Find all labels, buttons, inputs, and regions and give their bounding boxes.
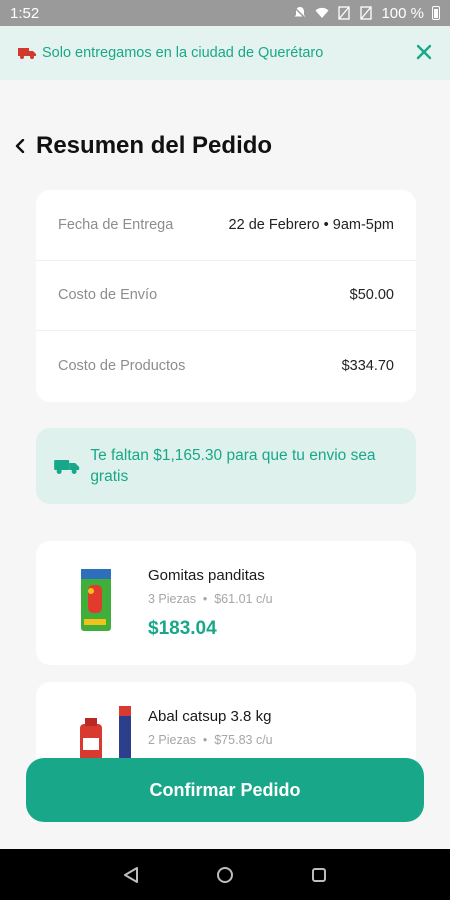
product-meta: 3 Piezas • $61.01 c/u: [148, 592, 273, 606]
product-name: Abal catsup 3.8 kg: [148, 708, 272, 725]
product-image-gomitas: [36, 541, 148, 665]
battery-percent: 100 %: [381, 4, 424, 22]
free-shipping-text: Te faltan $1,165.30 para que tu envio se…: [90, 447, 376, 485]
product-unit-price: $75.83 c/u: [214, 733, 273, 747]
summary-row-shipping-cost: Costo de Envío $50.00: [36, 261, 416, 332]
signal-off-icon-2: [360, 6, 373, 20]
delivery-area-banner: Solo entregamos en la ciudad de Querétar…: [0, 26, 450, 80]
circle-home-icon: [217, 866, 233, 883]
row-label: Fecha de Entrega: [58, 216, 174, 233]
square-recents-icon: [312, 867, 326, 882]
truck-icon: [54, 460, 80, 474]
status-bar: 1:52 100 %: [0, 0, 450, 26]
confirm-order-button[interactable]: Confirmar Pedido: [26, 758, 424, 822]
order-summary-card: Fecha de Entrega 22 de Febrero • 9am-5pm…: [36, 190, 416, 402]
summary-row-products-cost: Costo de Productos $334.70: [36, 331, 416, 402]
triangle-back-icon: [124, 866, 138, 883]
banner-text: Solo entregamos en la ciudad de Querétar…: [42, 45, 324, 61]
close-banner-button[interactable]: [416, 42, 432, 64]
signal-off-icon: [338, 6, 351, 20]
product-unit-price: $61.01 c/u: [214, 592, 273, 606]
notifications-off-icon: [293, 6, 307, 20]
row-label: Costo de Productos: [58, 358, 186, 375]
battery-icon: [432, 6, 440, 20]
status-icons: 100 %: [293, 5, 440, 22]
system-nav-bar: [0, 849, 450, 900]
product-info: Abal catsup 3.8 kg 2 Piezas • $75.83 c/u: [148, 682, 273, 747]
wifi-icon: [315, 7, 329, 18]
back-button[interactable]: [14, 134, 36, 158]
candy-bag-image: [81, 569, 111, 631]
free-shipping-notice: Te faltan $1,165.30 para que tu envio se…: [36, 428, 416, 504]
row-value: $334.70: [341, 358, 394, 375]
page-title: Resumen del Pedido: [36, 132, 273, 159]
product-meta: 2 Piezas • $75.83 c/u: [148, 733, 273, 747]
product-card[interactable]: Gomitas panditas 3 Piezas • $61.01 c/u $…: [36, 541, 416, 665]
row-label: Costo de Envío: [58, 287, 158, 304]
status-time: 1:52: [10, 4, 40, 22]
summary-row-delivery-date: Fecha de Entrega 22 de Febrero • 9am-5pm: [36, 190, 416, 261]
nav-recents-button[interactable]: [310, 866, 328, 884]
product-qty: 2 Piezas: [148, 733, 196, 747]
chevron-left-icon: [15, 138, 25, 154]
nav-home-button[interactable]: [216, 866, 234, 884]
row-value: 22 de Febrero • 9am-5pm: [228, 216, 394, 233]
close-icon: [416, 44, 432, 60]
page-header: Resumen del Pedido: [14, 132, 272, 160]
product-qty: 3 Piezas: [148, 592, 196, 606]
nav-back-button[interactable]: [122, 866, 140, 884]
product-total-price: $183.04: [148, 618, 217, 639]
product-info: Gomitas panditas 3 Piezas • $61.01 c/u $…: [148, 541, 273, 640]
row-value: $50.00: [349, 287, 394, 304]
product-name: Gomitas panditas: [148, 567, 265, 584]
delivery-truck-icon: [18, 48, 36, 59]
